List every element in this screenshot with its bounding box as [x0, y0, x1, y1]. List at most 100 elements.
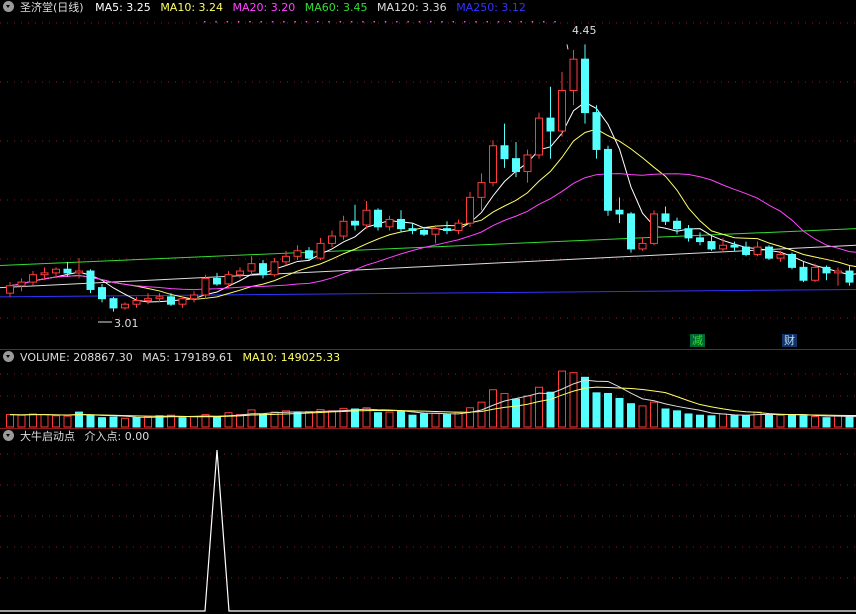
volume-bar[interactable]	[765, 414, 773, 428]
volume-bar[interactable]	[408, 414, 417, 428]
candle[interactable]	[788, 253, 796, 268]
candle[interactable]	[75, 270, 83, 274]
volume-bar[interactable]	[6, 414, 14, 428]
volume-bar[interactable]	[638, 405, 647, 428]
volume-bar[interactable]	[581, 376, 589, 428]
volume-bar[interactable]	[512, 398, 520, 428]
candle[interactable]	[98, 287, 106, 300]
candle[interactable]	[420, 230, 428, 235]
candle[interactable]	[431, 228, 440, 235]
candle[interactable]	[558, 89, 566, 132]
candle[interactable]	[132, 300, 141, 305]
volume-bar[interactable]	[247, 409, 256, 428]
volume-bar[interactable]	[17, 414, 26, 428]
volume-bar[interactable]	[29, 413, 37, 428]
candle[interactable]	[305, 250, 313, 259]
candle[interactable]	[270, 261, 279, 276]
volume-bar[interactable]	[63, 415, 72, 428]
dropdown-icon[interactable]	[3, 430, 14, 441]
volume-bar[interactable]	[144, 415, 152, 428]
volume-bar[interactable]	[374, 412, 382, 428]
volume-bar[interactable]	[558, 370, 566, 428]
candle[interactable]	[765, 246, 773, 259]
candle[interactable]	[523, 154, 532, 173]
candle[interactable]	[397, 218, 405, 230]
volume-bar[interactable]	[431, 412, 440, 428]
candle[interactable]	[454, 222, 463, 232]
volume-bar[interactable]	[730, 414, 739, 428]
volume-bar[interactable]	[109, 416, 118, 428]
candle[interactable]	[259, 263, 267, 276]
candle[interactable]	[247, 263, 256, 272]
volume-bar[interactable]	[224, 412, 233, 428]
candle[interactable]	[742, 246, 750, 255]
volume-bar[interactable]	[707, 415, 716, 428]
candle[interactable]	[707, 241, 716, 250]
candle[interactable]	[845, 270, 854, 283]
volume-bar[interactable]	[98, 417, 106, 428]
candle[interactable]	[374, 209, 382, 228]
volume-bar[interactable]	[627, 403, 635, 428]
candle[interactable]	[282, 255, 290, 263]
candle[interactable]	[236, 270, 244, 276]
candle[interactable]	[535, 117, 543, 156]
volume-bar[interactable]	[305, 410, 313, 428]
candle[interactable]	[408, 228, 417, 232]
volume-bar[interactable]	[293, 412, 302, 428]
volume-bar[interactable]	[592, 392, 601, 428]
volume-bar[interactable]	[673, 410, 681, 428]
candle[interactable]	[581, 58, 589, 114]
volume-bar[interactable]	[546, 391, 555, 428]
volume-bar[interactable]	[684, 413, 693, 428]
volume-bar[interactable]	[477, 401, 486, 428]
volume-bar[interactable]	[178, 417, 187, 428]
candle[interactable]	[362, 209, 371, 226]
candle[interactable]	[604, 148, 612, 211]
candle[interactable]	[730, 244, 739, 248]
candle[interactable]	[466, 196, 474, 224]
candle[interactable]	[489, 145, 497, 184]
candle[interactable]	[201, 277, 210, 296]
candle[interactable]	[351, 220, 359, 226]
candle[interactable]	[167, 296, 175, 305]
volume-bar[interactable]	[351, 408, 359, 428]
candle[interactable]	[627, 213, 635, 250]
candle[interactable]	[213, 277, 221, 285]
candle[interactable]	[29, 274, 37, 283]
volume-bar[interactable]	[569, 372, 578, 428]
volume-bar[interactable]	[121, 417, 129, 428]
volume-bar[interactable]	[385, 411, 394, 428]
candle[interactable]	[316, 242, 325, 259]
volume-bar[interactable]	[328, 410, 336, 428]
volume-bar[interactable]	[788, 414, 796, 428]
candle[interactable]	[109, 298, 118, 309]
candle[interactable]	[178, 298, 187, 305]
volume-bar[interactable]	[696, 414, 704, 428]
volume-bar[interactable]	[443, 414, 451, 428]
volume-bar[interactable]	[604, 392, 612, 428]
volume-bar[interactable]	[259, 413, 267, 428]
candle[interactable]	[385, 218, 394, 228]
volume-bar[interactable]	[834, 415, 842, 428]
candle[interactable]	[638, 242, 647, 250]
candle[interactable]	[6, 285, 14, 294]
volume-bar[interactable]	[799, 415, 808, 428]
candle[interactable]	[673, 220, 681, 230]
candle[interactable]	[40, 272, 49, 276]
volume-bar[interactable]	[236, 414, 244, 428]
volume-bar[interactable]	[845, 415, 854, 428]
candle[interactable]	[661, 213, 670, 222]
kline-chart[interactable]	[0, 0, 856, 614]
dropdown-icon[interactable]	[3, 351, 14, 362]
volume-bar[interactable]	[420, 413, 428, 428]
volume-bar[interactable]	[822, 417, 831, 428]
finance-marker[interactable]: 财	[782, 334, 797, 347]
candle[interactable]	[696, 237, 704, 243]
volume-bar[interactable]	[776, 414, 785, 428]
candle[interactable]	[512, 158, 520, 173]
candle[interactable]	[443, 228, 451, 232]
candle[interactable]	[293, 250, 302, 257]
candle[interactable]	[834, 270, 842, 274]
candle[interactable]	[328, 235, 336, 244]
candle[interactable]	[121, 303, 129, 309]
